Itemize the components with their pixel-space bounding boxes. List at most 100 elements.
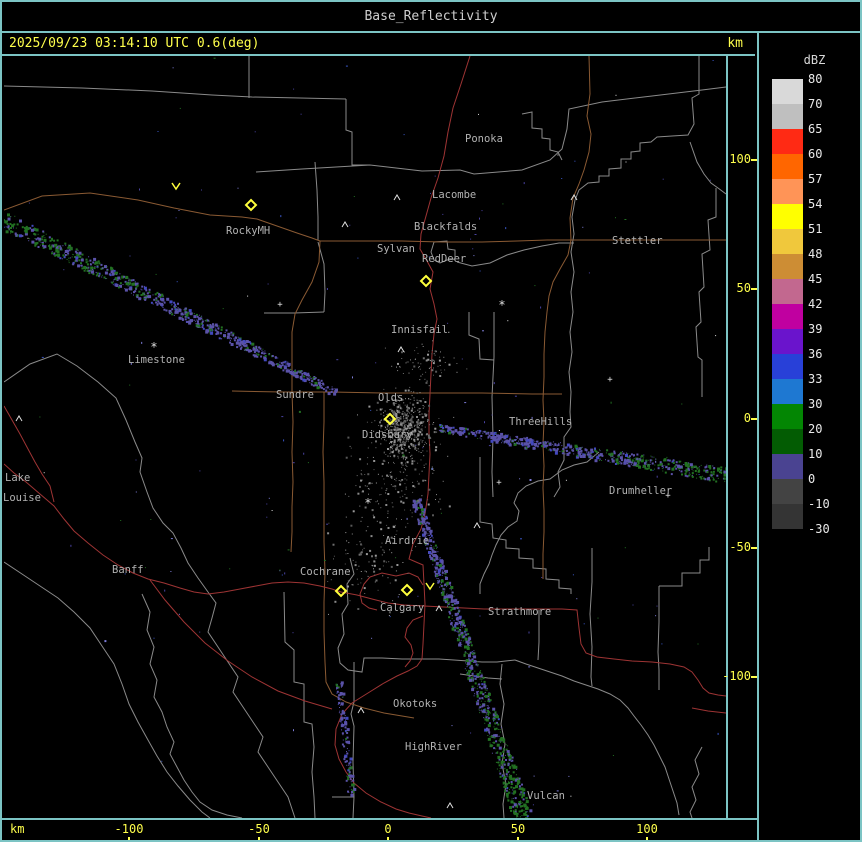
radar-site-marker-icon	[400, 583, 414, 597]
city-label: Sundre	[276, 389, 314, 401]
colorbar-swatch	[772, 129, 803, 154]
x-axis-tick-label: -100	[114, 822, 144, 836]
y-axis-tick-label: 0	[743, 411, 751, 425]
city-label: Sylvan	[377, 243, 415, 255]
window-title: Base_Reflectivity	[364, 9, 498, 24]
colorbar-swatch	[772, 329, 803, 354]
radar-site-marker-icon	[244, 198, 258, 212]
colorbar-scale-label: 42	[808, 297, 823, 311]
colorbar-swatch	[772, 279, 803, 304]
colorbar-swatch	[772, 404, 803, 429]
colorbar-scale-label: 0	[808, 472, 816, 486]
chevron-marker-icon	[425, 582, 435, 591]
colorbar-scale-label: 45	[808, 272, 823, 286]
colorbar-scale-label: 48	[808, 247, 823, 261]
colorbar-panel: dBZ 80 70 65 60 57 54 51 48 45 42 39 36 33 30 20 10 0 -10…	[757, 33, 860, 840]
x-axis-tick	[646, 837, 648, 840]
colorbar-scale-label: 60	[808, 147, 823, 161]
x-axis-tick	[258, 837, 260, 840]
city-label: Cochrane	[300, 566, 351, 578]
x-axis-tick-label: 0	[384, 822, 392, 836]
colorbar-scale-label: 33	[808, 372, 823, 386]
city-label: Calgary	[380, 602, 424, 614]
caret-marker-icon	[393, 194, 401, 201]
colorbar-swatch	[772, 79, 803, 104]
city-label: Airdrie	[385, 535, 429, 547]
city-label: RockyMH	[226, 225, 270, 237]
colorbar-scale-label: -30	[808, 522, 830, 536]
x-axis-tick	[128, 837, 130, 840]
city-label: Strathmore	[488, 606, 551, 618]
colorbar-scale-label: 57	[808, 172, 823, 186]
x-axis-tick-label: 50	[510, 822, 526, 836]
colorbar-unit-label: dBZ	[803, 53, 826, 67]
city-label: Drumheller	[609, 485, 672, 497]
radar-app-window: * * * + + + + Ponoka Lacombe Blackfalds Sylvan Red…	[0, 0, 862, 842]
colorbar-scale-label: 80	[808, 72, 823, 86]
y-axis-tick-label: 100	[729, 152, 751, 166]
x-axis-tick-label: 100	[636, 822, 658, 836]
colorbar-swatch	[772, 179, 803, 204]
timestamp-text: 2025/09/23 03:14:10 UTC 0.6(deg)	[9, 36, 260, 51]
city-labels: Ponoka Lacombe Blackfalds Sylvan RedDeer Stet…	[3, 133, 672, 802]
city-label: Limestone	[128, 354, 185, 366]
chevron-marker-icon	[171, 182, 181, 191]
caret-marker-icon	[357, 707, 365, 714]
city-label: Ponoka	[465, 133, 503, 145]
colorbar-swatch	[772, 379, 803, 404]
colorbar-swatch	[772, 229, 803, 254]
colorbar-swatch	[772, 454, 803, 479]
city-label: ThreeHills	[509, 416, 572, 428]
x-axis: km -100 -50 0 50 100	[4, 820, 757, 840]
city-label: Vulcan	[527, 790, 565, 802]
colorbar-scale-label: 36	[808, 347, 823, 361]
radar-site-marker-icon	[419, 274, 433, 288]
colorbar-swatch	[772, 354, 803, 379]
info-bar: 2025/09/23 03:14:10 UTC 0.6(deg) km	[2, 33, 755, 56]
colorbar-swatch	[772, 429, 803, 454]
x-axis-tick-label: -50	[248, 822, 270, 836]
colorbar-swatch	[772, 479, 803, 504]
city-label: Olds	[378, 392, 403, 404]
colorbar-scale-label: 10	[808, 447, 823, 461]
city-label: Lacombe	[432, 189, 476, 201]
colorbar-swatch	[772, 304, 803, 329]
secondary-road-lines	[4, 56, 726, 719]
colorbar-scale-label: 39	[808, 322, 823, 336]
colorbar-swatch	[772, 204, 803, 229]
city-label: Stettler	[612, 235, 663, 247]
city-label: Lake	[5, 472, 30, 484]
caret-marker-icon	[473, 522, 481, 529]
city-label: Innisfail	[391, 324, 448, 336]
city-label: Blackfalds	[414, 221, 477, 233]
colorbar-scale-label: 54	[808, 197, 823, 211]
city-label: Okotoks	[393, 698, 437, 710]
y-axis-tick-label: -50	[729, 540, 751, 554]
x-axis-tick	[517, 837, 519, 840]
colorbar-swatch	[772, 154, 803, 179]
cross-marker-icon: +	[496, 478, 502, 488]
asterisk-marker-icon: *	[498, 298, 505, 312]
colorbar-swatch	[772, 504, 803, 529]
cross-marker-icon: +	[607, 375, 613, 385]
radar-echo-spokes	[4, 213, 726, 818]
x-axis-tick	[387, 837, 389, 840]
colorbar-scale-label: 51	[808, 222, 823, 236]
y-axis: 100 50 0 -50 -100	[722, 56, 758, 818]
city-label: Banff	[112, 564, 144, 576]
colorbar-swatch	[772, 104, 803, 129]
city-label: RedDeer	[422, 253, 466, 265]
window-title-bar[interactable]: Base_Reflectivity	[2, 2, 860, 33]
colorbar-scale-label: -10	[808, 497, 830, 511]
colorbar-scale-label: 30	[808, 397, 823, 411]
cross-marker-icon: +	[277, 300, 283, 310]
colorbar-scale-label: 20	[808, 422, 823, 436]
colorbar-scale-label: 70	[808, 97, 823, 111]
caret-marker-icon	[15, 415, 23, 422]
y-axis-unit-label: km	[727, 36, 743, 51]
city-label: HighRiver	[405, 741, 462, 753]
city-label: Didsbury	[362, 429, 413, 441]
x-axis-unit-label: km	[10, 822, 25, 836]
city-label: Louise	[3, 492, 41, 504]
caret-marker-icon	[341, 221, 349, 228]
